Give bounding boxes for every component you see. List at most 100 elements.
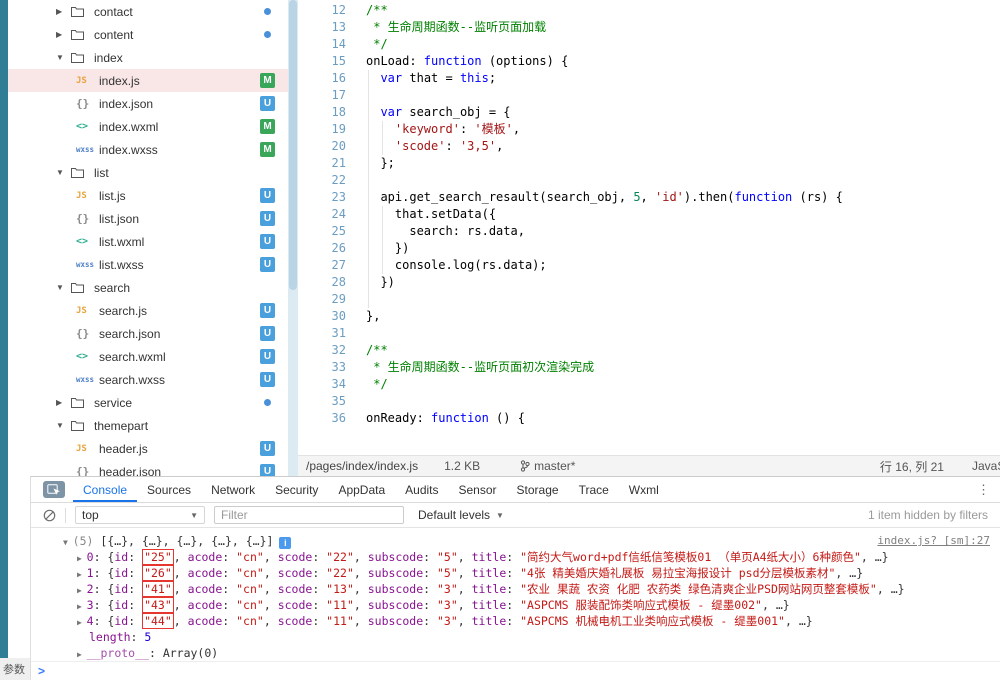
expand-right-icon[interactable]: ▶	[77, 618, 87, 627]
tab-trace[interactable]: Trace	[569, 477, 619, 502]
prop-key: acode	[188, 614, 223, 628]
proto-row[interactable]: ▶ __proto__: Array(0)	[31, 645, 1000, 661]
line-number: 22	[298, 172, 354, 189]
tab-wxml[interactable]: Wxml	[619, 477, 669, 502]
prop-value: "cn"	[236, 550, 264, 564]
json-file-icon: {}	[76, 97, 97, 110]
cursor-position[interactable]: 行 16, 列 21	[880, 458, 944, 475]
git-status-badge: U	[260, 257, 275, 272]
line-number: 33	[298, 359, 354, 376]
code-line: 35	[298, 393, 1000, 410]
expand-right-icon[interactable]: ▶	[77, 586, 87, 595]
file-name: contact	[94, 5, 133, 19]
console-prompt-row[interactable]: >	[31, 661, 1000, 680]
tree-folder-service[interactable]: ▶ service	[8, 391, 288, 414]
git-status-badge: M	[260, 119, 275, 134]
tab-sensor[interactable]: Sensor	[449, 477, 507, 502]
tree-file-search.js[interactable]: JSsearch.jsU	[8, 299, 288, 322]
overflow-menu-icon[interactable]: ⋮	[977, 482, 990, 498]
inspect-element-button[interactable]	[43, 481, 65, 498]
tab-console[interactable]: Console	[73, 477, 137, 502]
code-text: })	[354, 240, 1000, 257]
tab-network[interactable]: Network	[201, 477, 265, 502]
tree-folder-index[interactable]: ▼index	[8, 46, 288, 69]
disclosure-right-icon[interactable]: ▶	[56, 7, 71, 16]
file-name: header.json	[99, 465, 161, 477]
log-levels-select[interactable]: Default levels ▼	[418, 508, 504, 522]
git-status-badge: U	[260, 372, 275, 387]
tree-file-search.wxss[interactable]: wxsssearch.wxssU	[8, 368, 288, 391]
tab-audits[interactable]: Audits	[395, 477, 448, 502]
tree-file-list.json[interactable]: {}list.jsonU	[8, 207, 288, 230]
tab-security[interactable]: Security	[265, 477, 328, 502]
console-output[interactable]: ▼ (5) [{…}, {…}, {…}, {…}, {…}]iindex.js…	[31, 528, 1000, 661]
expand-down-icon[interactable]: ▼	[63, 538, 73, 547]
expand-right-icon[interactable]: ▶	[77, 602, 87, 611]
tree-file-index.js[interactable]: JSindex.jsM	[8, 69, 288, 92]
tree-file-header.js[interactable]: JSheader.jsU	[8, 437, 288, 460]
tree-file-index.wxml[interactable]: <>index.wxmlM	[8, 115, 288, 138]
expand-right-icon[interactable]: ▶	[77, 570, 87, 579]
tab-appdata[interactable]: AppData	[328, 477, 395, 502]
expand-right-icon[interactable]: ▶	[77, 554, 87, 563]
disclosure-down-icon[interactable]: ▼	[56, 283, 71, 292]
code-text: * 生命周期函数--监听页面初次渲染完成	[354, 359, 1000, 376]
code-text: };	[354, 155, 1000, 172]
tree-file-list.wxml[interactable]: <>list.wxmlU	[8, 230, 288, 253]
tree-file-index.wxss[interactable]: wxssindex.wxssM	[8, 138, 288, 161]
tree-folder-themepart[interactable]: ▼themepart	[8, 414, 288, 437]
tree-folder-content[interactable]: ▶content	[8, 23, 288, 46]
console-filter-input[interactable]	[214, 506, 404, 524]
tree-file-search.json[interactable]: {}search.jsonU	[8, 322, 288, 345]
tab-storage[interactable]: Storage	[507, 477, 569, 502]
tree-folder-contact[interactable]: ▶ contact	[8, 0, 288, 23]
file-tree[interactable]: ▶ contact ▶content▼indexJSindex.jsM{}index…	[8, 0, 288, 476]
code-editor[interactable]: 12/**13 * 生命周期函数--监听页面加载14 */15onLoad: f…	[298, 0, 1000, 455]
file-tree-scrollbar[interactable]	[288, 0, 298, 476]
line-number: 19	[298, 121, 354, 138]
disclosure-right-icon[interactable]: ▶	[56, 30, 71, 39]
clear-console-button[interactable]	[43, 509, 56, 522]
appdata-pane-label[interactable]: 参数	[0, 658, 30, 680]
code-line: 21 };	[298, 155, 1000, 172]
execution-context-select[interactable]: top ▼	[75, 506, 205, 524]
console-array-item[interactable]: ▶ 4: {id: "44", acode: "cn", scode: "11"…	[31, 613, 1000, 629]
prop-key: title	[472, 598, 507, 612]
code-line: 14 */	[298, 36, 1000, 53]
tree-file-list.wxss[interactable]: wxsslist.wxssU	[8, 253, 288, 276]
git-branch[interactable]: master*	[520, 459, 575, 473]
disclosure-right-icon[interactable]: ▶	[56, 398, 71, 407]
console-array-item[interactable]: ▶ 3: {id: "43", acode: "cn", scode: "11"…	[31, 597, 1000, 613]
length-key: length	[89, 630, 131, 644]
tree-file-header.json[interactable]: {}header.jsonU	[8, 460, 288, 476]
console-array-item[interactable]: ▶ 0: {id: "25", acode: "cn", scode: "22"…	[31, 549, 1000, 565]
tree-file-index.json[interactable]: {}index.jsonU	[8, 92, 288, 115]
tree-folder-list[interactable]: ▼list	[8, 161, 288, 184]
prop-key: id	[114, 550, 128, 564]
code-text: onReady: function () {	[354, 410, 1000, 427]
language-mode[interactable]: JavaScript	[972, 459, 1000, 473]
file-name: search.js	[99, 304, 147, 318]
console-array-item[interactable]: ▶ 2: {id: "41", acode: "cn", scode: "13"…	[31, 581, 1000, 597]
expand-right-icon[interactable]: ▶	[77, 650, 87, 659]
tab-sources[interactable]: Sources	[137, 477, 201, 502]
prop-key: acode	[188, 598, 223, 612]
disclosure-down-icon[interactable]: ▼	[56, 421, 71, 430]
console-array-item[interactable]: ▶ 1: {id: "26", acode: "cn", scode: "22"…	[31, 565, 1000, 581]
scrollbar-thumb[interactable]	[289, 0, 297, 290]
tree-file-search.wxml[interactable]: <>search.wxmlU	[8, 345, 288, 368]
source-location-link[interactable]: index.js? [sm]:27	[877, 533, 990, 549]
line-number: 12	[298, 2, 354, 19]
disclosure-down-icon[interactable]: ▼	[56, 168, 71, 177]
tree-folder-search[interactable]: ▼search	[8, 276, 288, 299]
wxml-file-icon: <>	[76, 351, 97, 362]
file-name: service	[94, 396, 132, 410]
length-value: 5	[144, 630, 151, 644]
disclosure-down-icon[interactable]: ▼	[56, 53, 71, 62]
array-count: (5)	[73, 534, 101, 548]
tree-file-list.js[interactable]: JSlist.jsU	[8, 184, 288, 207]
console-message[interactable]: ▼ (5) [{…}, {…}, {…}, {…}, {…}]iindex.js…	[31, 533, 1000, 549]
prop-key: scode	[278, 614, 313, 628]
prop-value: "22"	[326, 566, 354, 580]
wxml-file-icon: <>	[76, 121, 97, 132]
